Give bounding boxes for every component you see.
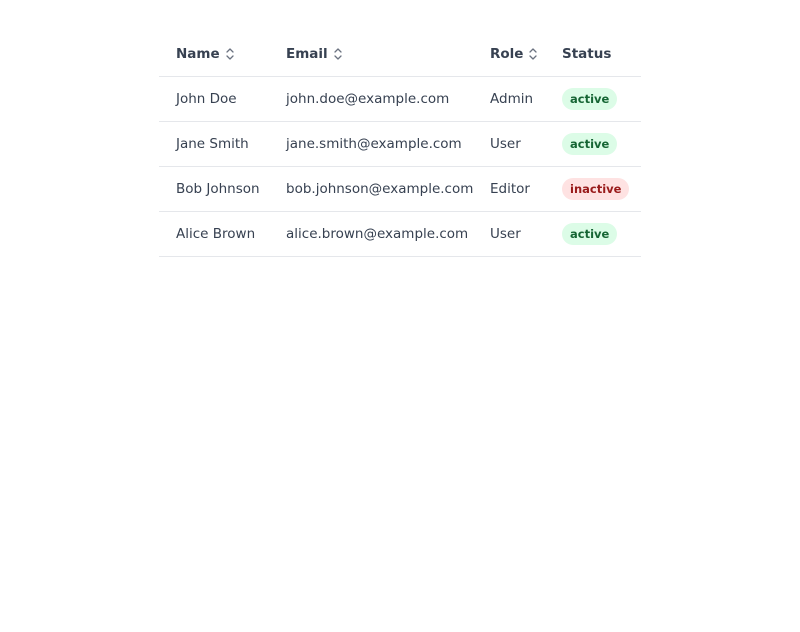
cell-email: alice.brown@example.com [270,211,474,257]
cell-status: inactive [550,166,641,212]
table-header-row: Name Email Role Status [159,32,641,77]
cell-role: User [474,121,550,167]
cell-name: John Doe [159,76,270,122]
column-header-name[interactable]: Name [159,32,270,77]
column-header-label: Status [562,46,612,62]
cell-status: active [550,121,641,167]
cell-role: User [474,211,550,257]
column-header-email[interactable]: Email [270,32,474,77]
sort-chevrons-icon[interactable] [333,47,343,61]
cell-name: Jane Smith [159,121,270,167]
column-header-label: Email [286,46,328,62]
cell-name: Bob Johnson [159,166,270,212]
column-header-status: Status [550,32,641,77]
sort-chevrons-icon[interactable] [225,47,235,61]
cell-email: bob.johnson@example.com [270,166,474,212]
cell-role: Editor [474,166,550,212]
column-header-label: Name [176,46,220,62]
cell-email: john.doe@example.com [270,76,474,122]
table-row: Jane Smith jane.smith@example.com User a… [159,121,641,167]
table-row: Bob Johnson bob.johnson@example.com Edit… [159,166,641,212]
cell-name: Alice Brown [159,211,270,257]
cell-status: active [550,76,641,122]
cell-role: Admin [474,76,550,122]
users-table-container: Name Email Role Status John Doe john.doe… [159,32,641,257]
table-row: John Doe john.doe@example.com Admin acti… [159,76,641,122]
status-badge: inactive [562,178,630,200]
users-table: Name Email Role Status John Doe john.doe… [159,32,641,257]
column-header-role[interactable]: Role [474,32,550,77]
sort-chevrons-icon[interactable] [528,47,538,61]
status-badge: active [562,223,618,245]
cell-status: active [550,211,641,257]
column-header-label: Role [490,46,524,62]
status-badge: active [562,88,618,110]
table-row: Alice Brown alice.brown@example.com User… [159,211,641,257]
cell-email: jane.smith@example.com [270,121,474,167]
status-badge: active [562,133,618,155]
